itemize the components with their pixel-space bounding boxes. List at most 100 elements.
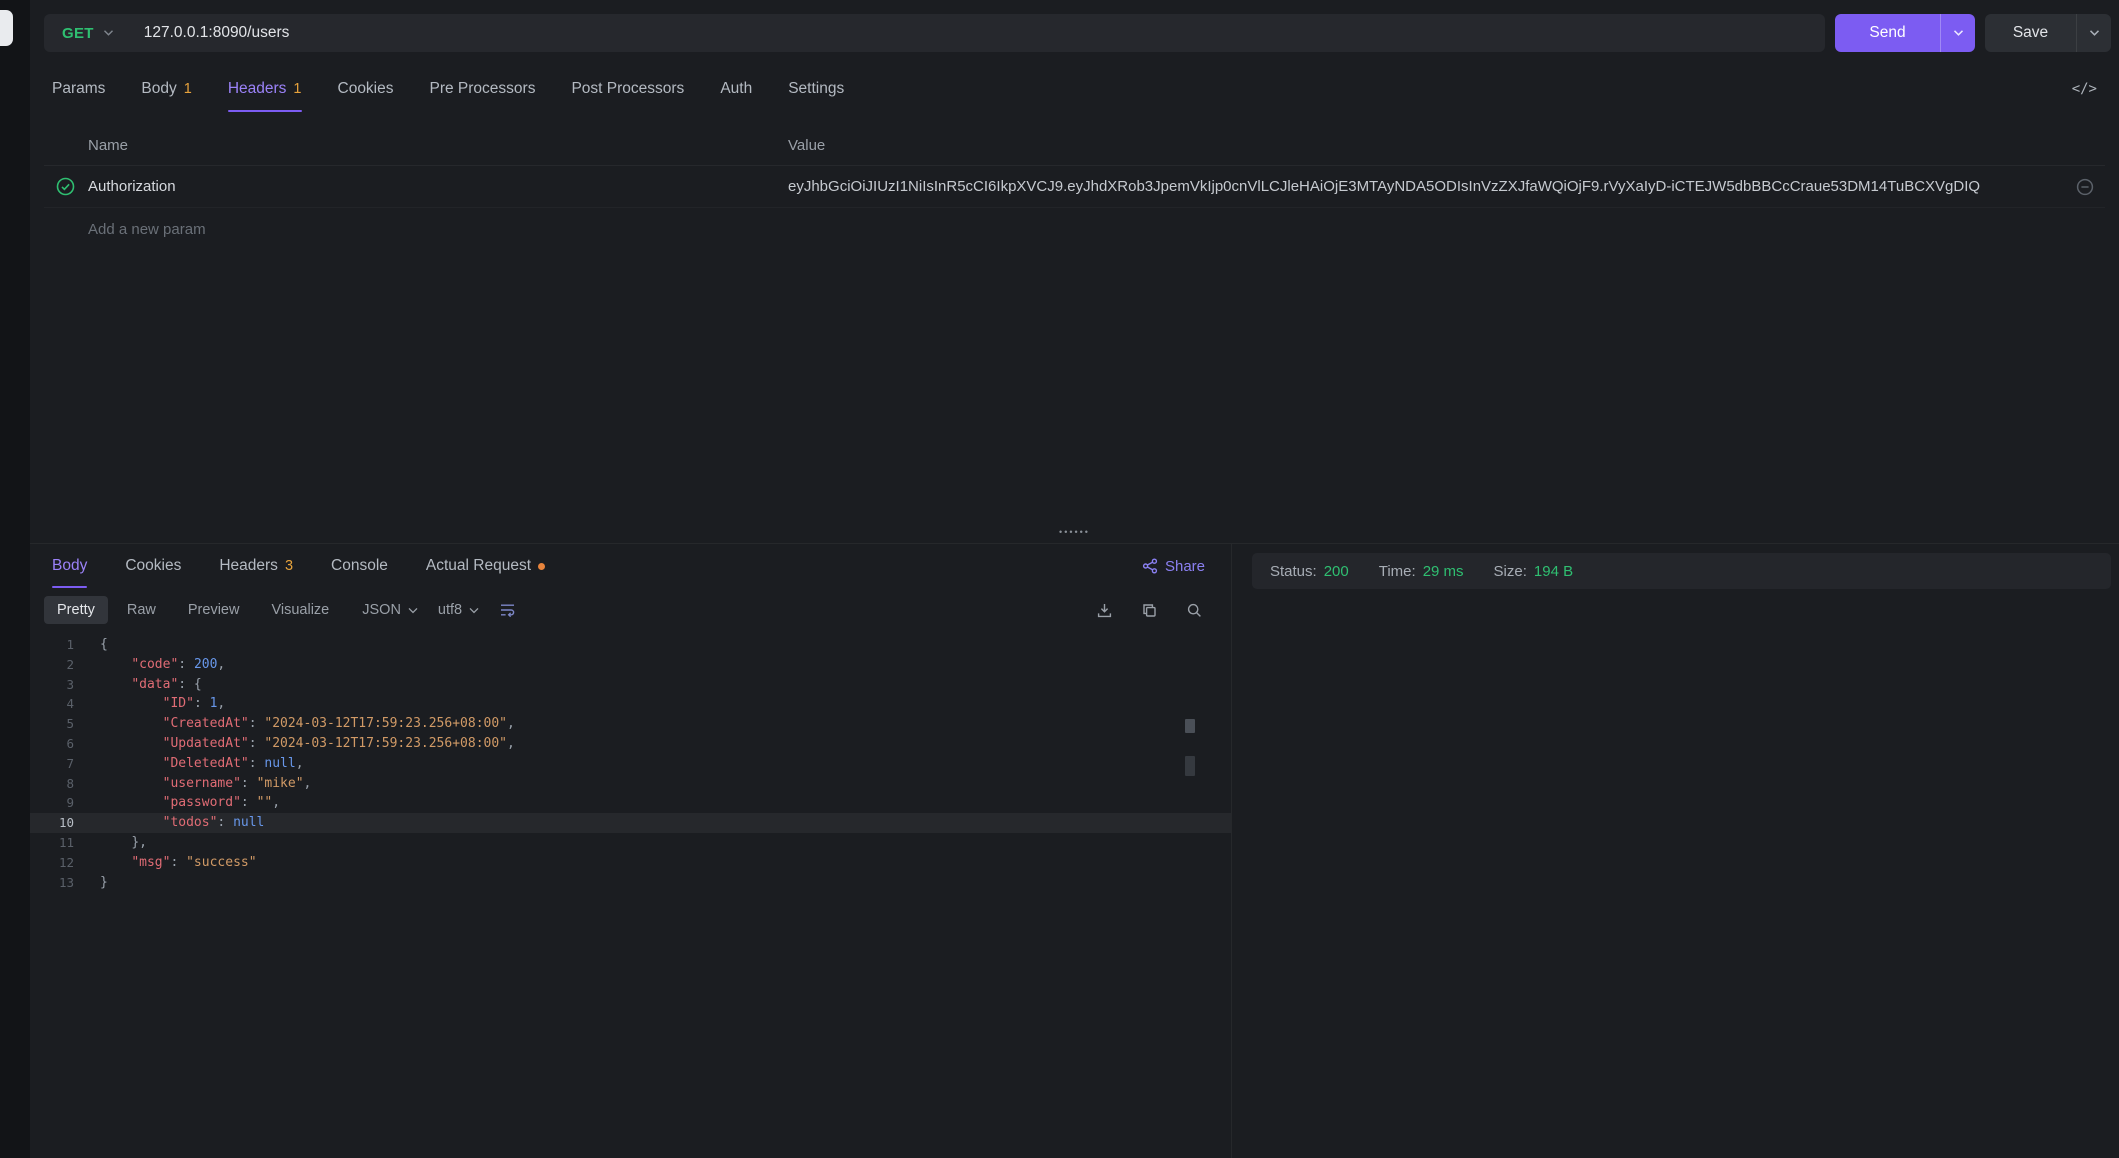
meta-label: Status:	[1270, 563, 1317, 580]
line-content: "username": "mike",	[74, 774, 311, 794]
token: ,	[217, 657, 225, 672]
token: "DeletedAt"	[163, 756, 249, 771]
token: ,	[507, 736, 515, 751]
request-tab-cookies[interactable]: Cookies	[338, 66, 394, 112]
line-number: 12	[30, 853, 74, 873]
code-snippet-icon[interactable]: </>	[2072, 66, 2097, 112]
response-tab-console[interactable]: Console	[331, 544, 388, 588]
line-number: 11	[30, 833, 74, 853]
response-tab-body[interactable]: Body	[52, 544, 87, 588]
word-wrap-icon[interactable]	[499, 602, 516, 618]
line-content: "ID": 1,	[74, 694, 225, 714]
tab-label: Actual Request	[426, 557, 531, 575]
method-select[interactable]: GET	[62, 25, 94, 42]
token: : {	[178, 677, 201, 692]
url-input[interactable]: 127.0.0.1:8090/users	[144, 24, 290, 42]
line-number: 3	[30, 675, 74, 695]
token: null	[264, 756, 295, 771]
copy-icon[interactable]	[1141, 602, 1158, 619]
token: ,	[296, 756, 304, 771]
view-mode-raw[interactable]: Raw	[114, 596, 169, 624]
code-line: 8 "username": "mike",	[30, 774, 1231, 794]
token: "code"	[131, 657, 178, 672]
view-mode-group: PrettyRawPreviewVisualize	[44, 596, 342, 624]
minus-circle-icon	[2076, 178, 2094, 196]
collapsed-sidebar-handle[interactable]	[0, 10, 13, 46]
response-tab-cookies[interactable]: Cookies	[125, 544, 181, 588]
response-tab-actual-request[interactable]: Actual Request	[426, 544, 545, 588]
response-tab-headers[interactable]: Headers3	[219, 544, 293, 588]
request-tab-post-processors[interactable]: Post Processors	[571, 66, 684, 112]
column-header-name: Name	[88, 137, 788, 154]
line-number: 5	[30, 714, 74, 734]
view-mode-pretty[interactable]: Pretty	[44, 596, 108, 624]
json-response-viewer[interactable]: 1{2 "code": 200,3 "data": {4 "ID": 1,5 "…	[30, 632, 1231, 1158]
view-mode-visualize[interactable]: Visualize	[258, 596, 342, 624]
meta-item-time: Time:29 ms	[1379, 563, 1464, 580]
request-tab-pre-processors[interactable]: Pre Processors	[430, 66, 536, 112]
line-content: {	[74, 635, 108, 655]
splitter-drag-handle[interactable]: ••••••	[1059, 527, 1090, 537]
tab-label: Console	[331, 557, 388, 575]
code-line: 13}	[30, 873, 1231, 893]
viewer-toolbar: PrettyRawPreviewVisualize JSON utf8	[30, 588, 1231, 632]
method-chevron-down-icon[interactable]	[103, 29, 114, 37]
add-param-row[interactable]: Add a new param	[44, 208, 2105, 250]
request-tab-auth[interactable]: Auth	[720, 66, 752, 112]
tab-label: Headers	[228, 80, 287, 98]
request-tab-headers[interactable]: Headers1	[228, 66, 302, 112]
url-field[interactable]: GET 127.0.0.1:8090/users	[44, 14, 1825, 52]
param-enabled-checkbox[interactable]	[44, 177, 88, 196]
token: :	[249, 756, 265, 771]
code-line: 1{	[30, 635, 1231, 655]
save-button[interactable]: Save	[1985, 14, 2111, 52]
request-tab-params[interactable]: Params	[52, 66, 105, 112]
token: :	[249, 716, 265, 731]
share-button[interactable]: Share	[1142, 544, 1205, 588]
token	[100, 855, 131, 870]
save-button-label: Save	[1985, 24, 2076, 42]
line-content: "data": {	[74, 675, 202, 695]
send-chevron-down-icon[interactable]	[1941, 14, 1975, 52]
download-icon[interactable]	[1096, 602, 1113, 619]
share-icon	[1142, 558, 1158, 574]
meta-value: 200	[1324, 563, 1349, 580]
token: }	[100, 875, 108, 890]
search-icon[interactable]	[1186, 602, 1203, 619]
token	[100, 835, 131, 850]
param-value-cell[interactable]: eyJhbGciOiJIUzI1NiIsInR5cCI6IkpXVCJ9.eyJ…	[788, 178, 2065, 195]
token	[100, 776, 163, 791]
request-bar: GET 127.0.0.1:8090/users Send Save	[30, 0, 2119, 66]
code-line: 6 "UpdatedAt": "2024-03-12T17:59:23.256+…	[30, 734, 1231, 754]
line-number: 1	[30, 635, 74, 655]
token: :	[194, 696, 210, 711]
remove-param-button[interactable]	[2065, 178, 2105, 196]
response-tabs: Body Cookies Headers3 Console Actual Request…	[30, 544, 1231, 588]
token: "msg"	[131, 855, 170, 870]
token: "password"	[163, 795, 241, 810]
meta-item-status: Status: 200	[1270, 563, 1349, 580]
token	[100, 815, 163, 830]
response-meta-panel: Status:200Time:29 msSize:194 B	[1232, 544, 2119, 1158]
param-name-cell[interactable]: Authorization	[88, 178, 788, 195]
send-button[interactable]: Send	[1835, 14, 1975, 52]
request-tab-body[interactable]: Body1	[141, 66, 191, 112]
tab-label: Auth	[720, 80, 752, 98]
language-select[interactable]: JSON	[362, 602, 418, 618]
request-tab-settings[interactable]: Settings	[788, 66, 844, 112]
encoding-select[interactable]: utf8	[438, 602, 479, 618]
tab-label: Pre Processors	[430, 80, 536, 98]
token: :	[241, 795, 257, 810]
code-line: 10 "todos": null	[30, 813, 1231, 833]
header-param-row[interactable]: AuthorizationeyJhbGciOiJIUzI1NiIsInR5cCI…	[44, 166, 2105, 208]
token: :	[178, 657, 194, 672]
token	[100, 736, 163, 751]
meta-label: Time:	[1379, 563, 1416, 580]
view-mode-preview[interactable]: Preview	[175, 596, 253, 624]
line-content: "todos": null	[74, 813, 264, 833]
code-line: 5 "CreatedAt": "2024-03-12T17:59:23.256+…	[30, 714, 1231, 734]
line-content: "msg": "success"	[74, 853, 257, 873]
response-body-panel: Body Cookies Headers3 Console Actual Request…	[30, 544, 1232, 1158]
request-tabs-list: Params Body1 Headers1 Cookies Pre Processors…	[52, 66, 844, 112]
save-chevron-down-icon[interactable]	[2077, 14, 2111, 52]
